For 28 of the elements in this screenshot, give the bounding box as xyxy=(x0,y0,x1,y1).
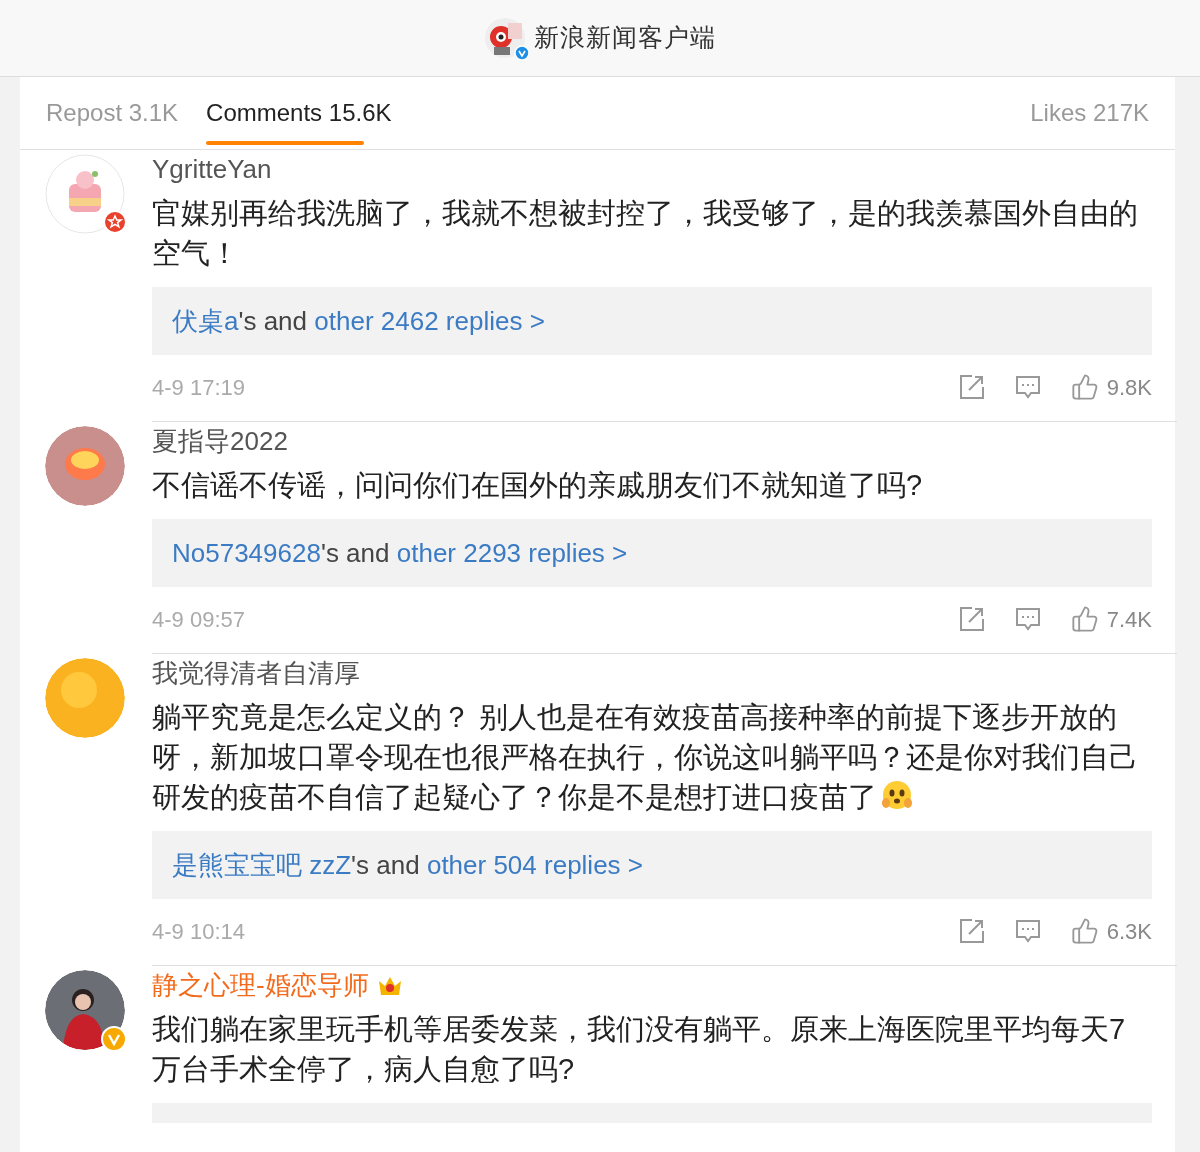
replies-link[interactable]: No57349628's and other 2293 replies > xyxy=(152,519,1152,587)
comment-text: 躺平究竟是怎么定义的？ 别人也是在有效疫苗高接种率的前提下逐步开放的呀，新加坡口罩令现在也很严格在执行，你说这叫躺平吗？还是你对我们自己研发的疫苗不自信了起疑心了？你是不是想打进口疫苗了 xyxy=(152,700,1139,815)
like-icon[interactable] xyxy=(1070,605,1099,633)
like-icon[interactable] xyxy=(1070,917,1099,945)
comment-text: 不信谣不传谣，问问你们在国外的亲戚朋友们不就知道了吗? xyxy=(152,468,924,503)
share-icon[interactable] xyxy=(958,606,985,632)
timestamp: 4-9 09:57 xyxy=(152,605,245,634)
logo-icon xyxy=(484,17,526,59)
timestamp: 4-9 17:19 xyxy=(152,373,245,402)
timestamp: 4-9 10:14 xyxy=(152,917,245,946)
like-count: 7.4K xyxy=(1106,605,1152,634)
like-icon[interactable] xyxy=(1070,373,1099,401)
tab[interactable]: Comments 15.6K xyxy=(206,77,392,149)
like-count: 6.3K xyxy=(1106,917,1152,946)
share-icon[interactable] xyxy=(958,918,985,944)
username[interactable]: YgritteYan xyxy=(152,149,272,189)
comment-icon[interactable] xyxy=(1014,606,1041,632)
replies-link[interactable]: 是熊宝宝吧 zzZ's and other 504 replies > xyxy=(152,831,1152,899)
comment-icon[interactable] xyxy=(1014,374,1041,400)
username[interactable]: 夏指导2022 xyxy=(152,421,288,461)
username[interactable]: 我觉得清者自清厚 xyxy=(152,653,360,693)
like-count: 9.8K xyxy=(1106,373,1152,402)
share-icon[interactable] xyxy=(958,374,985,400)
window-title: 新浪新闻客户端 xyxy=(534,22,716,54)
comment-text: 官媒别再给我洗脑了，我就不想被封控了，我受够了，是的我羡慕国外自由的空气！ xyxy=(152,196,1139,271)
comment-text: 我们躺在家里玩手机等居委发菜，我们没有躺平。原来上海医院里平均每天7万台手术全停了，病人自愈了吗? xyxy=(152,1012,1127,1087)
comment-icon[interactable] xyxy=(1014,918,1041,944)
replies-link[interactable]: 伏桌a's and other 2462 replies > xyxy=(152,287,1152,355)
